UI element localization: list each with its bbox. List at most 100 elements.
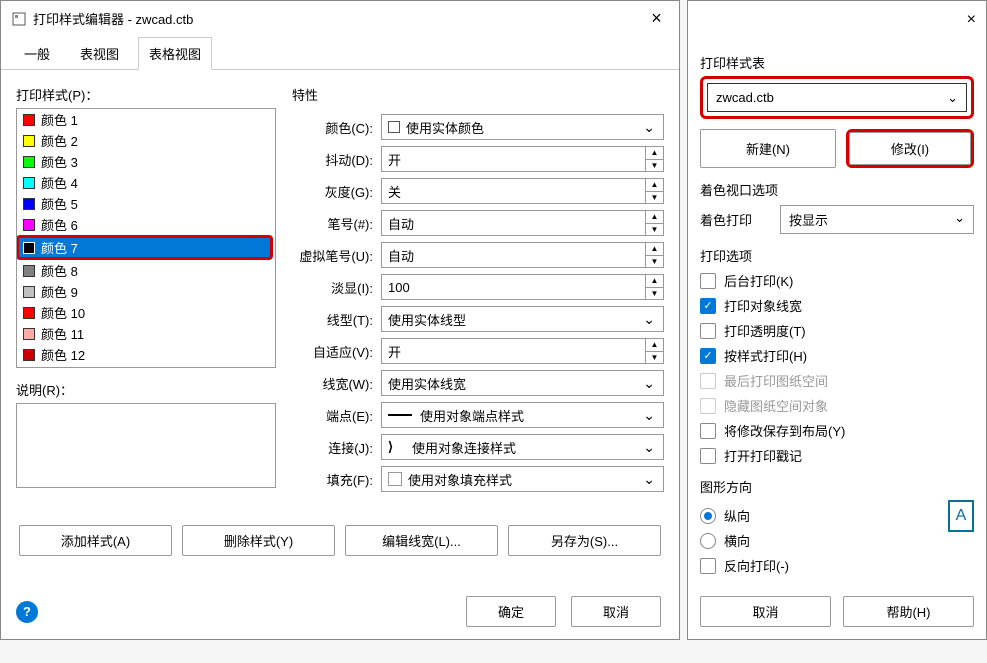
side-close-icon[interactable]: × bbox=[967, 11, 976, 29]
list-item[interactable]: 颜色 9 bbox=[17, 281, 275, 302]
lineweights-check[interactable] bbox=[700, 298, 716, 314]
portrait-radio[interactable] bbox=[700, 508, 716, 524]
color-swatch-icon bbox=[23, 219, 35, 231]
screening-label: 淡显(I): bbox=[286, 278, 381, 297]
color-select[interactable]: 使用实体颜色 bbox=[381, 114, 664, 140]
fill-select[interactable]: 使用对象填充样式 bbox=[381, 466, 664, 492]
reverse-check[interactable] bbox=[700, 558, 716, 574]
pen-spinner[interactable]: ▲▼ bbox=[646, 210, 664, 236]
list-item[interactable]: 颜色 3 bbox=[17, 151, 275, 172]
list-item-label: 颜色 12 bbox=[41, 345, 85, 364]
save-as-button[interactable]: 另存为(S)... bbox=[508, 525, 661, 556]
print-styles-label: 打印样式(P)： bbox=[16, 85, 276, 104]
join-select[interactable]: ⟩ 使用对象连接样式 bbox=[381, 434, 664, 460]
list-item[interactable]: 颜色 1 bbox=[17, 109, 275, 130]
color-swatch-icon bbox=[23, 286, 35, 298]
dither-select[interactable]: 开 bbox=[381, 146, 646, 172]
tab-tableview[interactable]: 表视图 bbox=[69, 37, 130, 70]
style-table-label: 打印样式表 bbox=[700, 53, 974, 72]
gray-select[interactable]: 关 bbox=[381, 178, 646, 204]
titlebar-title-area: 打印样式编辑器 - zwcad.ctb bbox=[11, 9, 193, 28]
endcap-icon bbox=[388, 414, 412, 416]
pen-input[interactable]: 自动 bbox=[381, 210, 646, 236]
list-item-label: 颜色 2 bbox=[41, 131, 78, 150]
dialog-title: 打印样式编辑器 - zwcad.ctb bbox=[33, 9, 193, 28]
dither-spinner[interactable]: ▲▼ bbox=[646, 146, 664, 172]
list-item-label: 颜色 9 bbox=[41, 282, 78, 301]
tab-general[interactable]: 一般 bbox=[13, 37, 61, 70]
shade-plot-label: 着色打印 bbox=[700, 210, 770, 229]
help-icon[interactable]: ? bbox=[16, 601, 38, 623]
shade-plot-select[interactable]: 按显示 bbox=[780, 205, 974, 234]
list-item-label: 颜色 11 bbox=[41, 324, 84, 343]
gray-spinner[interactable]: ▲▼ bbox=[646, 178, 664, 204]
edit-lineweight-button[interactable]: 编辑线宽(L)... bbox=[345, 525, 498, 556]
tab-formview[interactable]: 表格视图 bbox=[138, 37, 212, 70]
save-check-label: 将修改保存到布局(Y) bbox=[724, 421, 845, 440]
list-item[interactable]: 颜色 12 bbox=[17, 344, 275, 365]
delete-style-button[interactable]: 删除样式(Y) bbox=[182, 525, 335, 556]
endcap-label: 端点(E): bbox=[286, 406, 381, 425]
left-panel: 打印样式(P)： 颜色 1颜色 2颜色 3颜色 4颜色 5颜色 6颜色 7颜色 … bbox=[16, 85, 276, 498]
paperspace-check bbox=[700, 373, 716, 389]
list-item-label: 颜色 3 bbox=[41, 152, 78, 171]
color-swatch-icon bbox=[23, 135, 35, 147]
screening-input[interactable]: 100 bbox=[381, 274, 646, 300]
ok-button[interactable]: 确定 bbox=[466, 596, 556, 627]
hide-check bbox=[700, 398, 716, 414]
plot-settings-panel: × 打印样式表 zwcad.ctb 新建(N) 修改(I) 着色视口选项 着色打… bbox=[687, 0, 987, 640]
list-item[interactable]: 颜色 8 bbox=[17, 260, 275, 281]
list-item[interactable]: 颜色 4 bbox=[17, 172, 275, 193]
list-item[interactable]: 颜色 5 bbox=[17, 193, 275, 214]
description-textarea[interactable] bbox=[16, 403, 276, 488]
screening-spinner[interactable]: ▲▼ bbox=[646, 274, 664, 300]
lineweight-select[interactable]: 使用实体线宽 bbox=[381, 370, 664, 396]
close-icon[interactable]: × bbox=[634, 4, 679, 34]
style-table-select[interactable]: zwcad.ctb bbox=[707, 83, 967, 112]
color-swatch-icon bbox=[23, 177, 35, 189]
dither-label: 抖动(D): bbox=[286, 150, 381, 169]
add-style-button[interactable]: 添加样式(A) bbox=[19, 525, 172, 556]
background-check[interactable] bbox=[700, 273, 716, 289]
list-item[interactable]: 颜色 10 bbox=[17, 302, 275, 323]
color-swatch-icon bbox=[23, 328, 35, 340]
orientation-icon: A bbox=[948, 500, 974, 532]
list-item-label: 颜色 8 bbox=[41, 261, 78, 280]
vpen-spinner[interactable]: ▲▼ bbox=[646, 242, 664, 268]
linetype-select[interactable]: 使用实体线型 bbox=[381, 306, 664, 332]
side-cancel-button[interactable]: 取消 bbox=[700, 596, 831, 627]
properties-panel: 特性 颜色(C): 使用实体颜色 抖动(D): 开 ▲▼ 灰度(G): 关 ▲▼ bbox=[286, 85, 664, 498]
list-item-label: 颜色 1 bbox=[41, 110, 78, 129]
adaptive-spinner[interactable]: ▲▼ bbox=[646, 338, 664, 364]
transparency-check-label: 打印透明度(T) bbox=[724, 321, 806, 340]
list-item[interactable]: 颜色 6 bbox=[17, 214, 275, 235]
transparency-check[interactable] bbox=[700, 323, 716, 339]
landscape-radio[interactable] bbox=[700, 533, 716, 549]
linetype-label: 线型(T): bbox=[286, 310, 381, 329]
list-item[interactable]: 颜色 2 bbox=[17, 130, 275, 151]
side-help-button[interactable]: 帮助(H) bbox=[843, 596, 974, 627]
vpen-label: 虚拟笔号(U): bbox=[286, 246, 381, 265]
orientation-label: 图形方向 bbox=[700, 477, 974, 496]
color-swatch-icon bbox=[23, 198, 35, 210]
styles-check[interactable] bbox=[700, 348, 716, 364]
landscape-label: 横向 bbox=[724, 531, 750, 550]
color-swatch-icon bbox=[23, 114, 35, 126]
list-item-label: 颜色 10 bbox=[41, 303, 85, 322]
color-label: 颜色(C): bbox=[286, 118, 381, 137]
print-styles-listbox[interactable]: 颜色 1 颜色 2 颜色 3颜色 4颜色 5颜色 6颜色 7颜色 8 颜色 9 颜色 1… bbox=[16, 108, 276, 368]
cancel-button[interactable]: 取消 bbox=[571, 596, 661, 627]
adaptive-select[interactable]: 开 bbox=[381, 338, 646, 364]
shaded-viewport-label: 着色视口选项 bbox=[700, 180, 974, 199]
new-button[interactable]: 新建(N) bbox=[700, 129, 836, 168]
join-icon: ⟩ bbox=[388, 439, 406, 455]
color-swatch-icon bbox=[23, 242, 35, 254]
stamp-check[interactable] bbox=[700, 448, 716, 464]
list-item[interactable]: 颜色 11 bbox=[17, 323, 275, 344]
list-item[interactable]: 颜色 7 bbox=[16, 235, 273, 260]
modify-button[interactable]: 修改(I) bbox=[849, 132, 971, 165]
endcap-select[interactable]: 使用对象端点样式 bbox=[381, 402, 664, 428]
vpen-input[interactable]: 自动 bbox=[381, 242, 646, 268]
save-check[interactable] bbox=[700, 423, 716, 439]
gray-label: 灰度(G): bbox=[286, 182, 381, 201]
